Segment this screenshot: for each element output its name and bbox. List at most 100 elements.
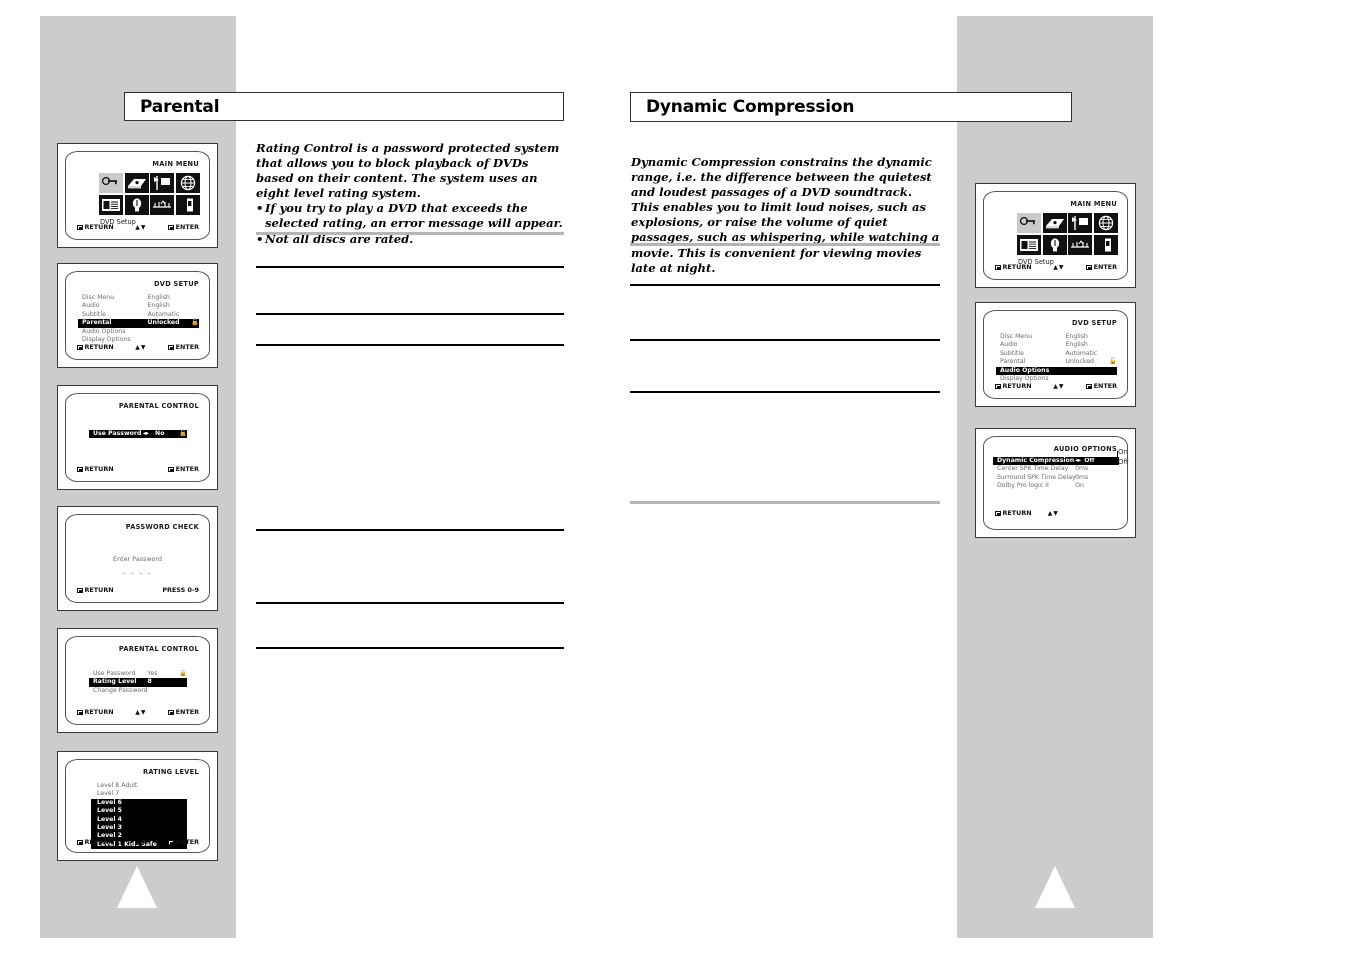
list-item-selected[interactable]: Audio Options [996, 366, 1117, 375]
main-menu-icon-grid [1017, 213, 1118, 255]
list-item-selected[interactable]: Dynamic Compression ◂▸ Off [993, 457, 1119, 466]
list-item[interactable]: Level 4 [91, 816, 187, 824]
enter-button[interactable]: ENTER [168, 465, 199, 473]
left-right-arrows-icon: ◂▸ [1075, 457, 1082, 464]
speaker-setup-icon[interactable] [1068, 234, 1092, 255]
list-item[interactable]: Center SPK Time Delay 0ms [997, 465, 1119, 473]
divider-gray [630, 501, 940, 504]
enter-button[interactable]: ENTER [168, 223, 199, 231]
return-button[interactable]: RETURN [995, 263, 1032, 271]
osd-title: MAIN MENU [1070, 200, 1117, 208]
lock-icon: 🔓 [1109, 358, 1117, 366]
list-item[interactable]: Subtitle Automatic [82, 311, 199, 319]
lock-icon: 🔓 [191, 319, 199, 327]
osd-parental-control-2: PARENTAL CONTROL Use Password Yes 🔒 Rating… [66, 637, 209, 724]
return-icon [77, 344, 83, 350]
dynamic-intro-paragraph: Dynamic Compression constrains the dynam… [631, 155, 940, 275]
list-item-selected[interactable]: Rating Level 8 [89, 678, 187, 687]
list-item[interactable]: Change Password [93, 687, 187, 695]
enter-button[interactable]: ENTER [168, 708, 199, 716]
flag-display-icon[interactable] [150, 173, 174, 193]
tv-screen: MAIN MENU DVD Setup RETURN ▲▼ ENTER [65, 151, 210, 240]
return-button[interactable]: RETURN [77, 343, 114, 351]
divider [256, 266, 564, 268]
book-icon[interactable] [175, 194, 200, 215]
return-icon [77, 587, 83, 593]
list-item[interactable]: Audio English [1000, 341, 1117, 349]
screenshot-parental-control-rating: PARENTAL CONTROL Use Password Yes 🔒 Rating… [57, 628, 218, 733]
enter-button[interactable]: ENTER [168, 343, 199, 351]
list-display-icon[interactable] [1017, 234, 1041, 255]
divider-gray [256, 232, 564, 235]
lock-icon: 🔒 [179, 670, 187, 677]
list-item[interactable]: Level 3 [91, 824, 187, 832]
osd-footer: RETURN ▲▼ ENTER [77, 223, 199, 231]
list-item-selected[interactable]: Use Password ◂▸ No 🔓 [89, 430, 187, 439]
list-item[interactable]: Level 6 [91, 799, 187, 807]
book-icon[interactable] [1093, 234, 1118, 255]
list-item[interactable]: Level 7 [91, 790, 187, 798]
speaker-setup-icon[interactable] [150, 194, 174, 215]
enter-button[interactable]: ENTER [1086, 263, 1117, 271]
updown-arrows-icon: ▲▼ [135, 343, 147, 351]
list-item[interactable]: Disc Menu English [1000, 333, 1117, 341]
screenshot-rating-level: RATING LEVEL Level 8 Adult Level 7 Level… [57, 751, 218, 861]
setting-list: Disc Menu English Audio English Subtitle Au… [78, 294, 199, 344]
flag-display-icon[interactable] [1068, 213, 1092, 233]
press-hint: PRESS 0-9 [162, 586, 199, 594]
list-display-icon[interactable] [99, 194, 123, 215]
osd-footer: RETURN ▲▼ ENTER [77, 708, 199, 716]
osd-footer: RETURN ▲▼ ENTER [995, 263, 1117, 271]
divider [630, 339, 940, 341]
password-mask-field[interactable]: – – – – [66, 569, 209, 577]
enter-button[interactable]: ENTER [1086, 382, 1117, 390]
bulb-icon[interactable] [1042, 234, 1067, 255]
osd-title: RATING LEVEL [143, 768, 199, 776]
list-item[interactable]: Subtitle Automatic [1000, 350, 1117, 358]
list-item[interactable]: Dolby Pro logic II On [997, 482, 1119, 490]
list-item[interactable]: Use Password Yes 🔒 [93, 670, 187, 678]
list-item[interactable]: Audio Options [82, 328, 199, 336]
return-button[interactable]: RETURN [77, 586, 114, 594]
osd-title: AUDIO OPTIONS [1053, 445, 1117, 453]
player-icon[interactable] [1042, 213, 1067, 233]
list-item[interactable]: Parental Unlocked 🔓 [1000, 358, 1117, 366]
enter-icon [168, 839, 174, 845]
osd-title: DVD SETUP [1072, 319, 1117, 327]
enter-button[interactable]: ENTER [168, 838, 199, 846]
updown-arrows-icon: ▲▼ [1047, 509, 1059, 517]
disc-key-icon[interactable] [1017, 213, 1041, 233]
list-item[interactable]: Surround SPK Time Delay 0ms [997, 474, 1119, 482]
return-button[interactable]: RETURN [77, 465, 114, 473]
parental-bullet-list: If you try to play a DVD that exceeds th… [256, 201, 564, 246]
osd-main-menu-right: MAIN MENU DVD Setup RETURN ▲▼ ENTER [984, 192, 1127, 279]
tv-screen: PASSWORD CHECK Enter Password – – – – RE… [65, 514, 210, 603]
list-item-selected[interactable]: Parental Unlocked 🔓 [78, 319, 199, 328]
list-item[interactable]: Level 5 [91, 807, 187, 815]
return-button[interactable]: RETURN [77, 223, 114, 231]
return-button[interactable]: RETURN [77, 838, 114, 846]
list-item[interactable]: Level 8 Adult [91, 782, 187, 790]
return-icon [77, 466, 83, 472]
list-item[interactable]: Audio English [82, 302, 199, 310]
return-button[interactable]: RETURN [77, 708, 114, 716]
list-item[interactable]: Disc Menu English [82, 294, 199, 302]
screenshot-main-menu-right: MAIN MENU DVD Setup RETURN ▲▼ ENTER [975, 183, 1136, 288]
player-icon[interactable] [124, 173, 149, 193]
osd-title: PARENTAL CONTROL [118, 645, 199, 653]
globe-icon[interactable] [1093, 213, 1118, 233]
updown-arrows-icon: ▲▼ [135, 223, 147, 231]
divider [256, 344, 564, 346]
setting-list: Use Password ◂▸ No 🔓 [89, 430, 187, 439]
tv-screen: PARENTAL CONTROL Use Password ◂▸ No 🔓 RE… [65, 393, 210, 482]
bulb-icon[interactable] [124, 194, 149, 215]
tv-screen: DVD SETUP Disc Menu English Audio English … [983, 310, 1128, 399]
screenshot-main-menu: MAIN MENU DVD Setup RETURN ▲▼ ENTER [57, 143, 218, 248]
disc-key-icon[interactable] [99, 173, 123, 193]
globe-icon[interactable] [175, 173, 200, 193]
osd-footer: RETURN ENTER [77, 465, 199, 473]
updown-arrows-icon: ▲▼ [135, 708, 147, 716]
return-icon [77, 709, 83, 715]
return-button[interactable]: RETURN [995, 382, 1032, 390]
return-button[interactable]: RETURN [995, 509, 1032, 517]
